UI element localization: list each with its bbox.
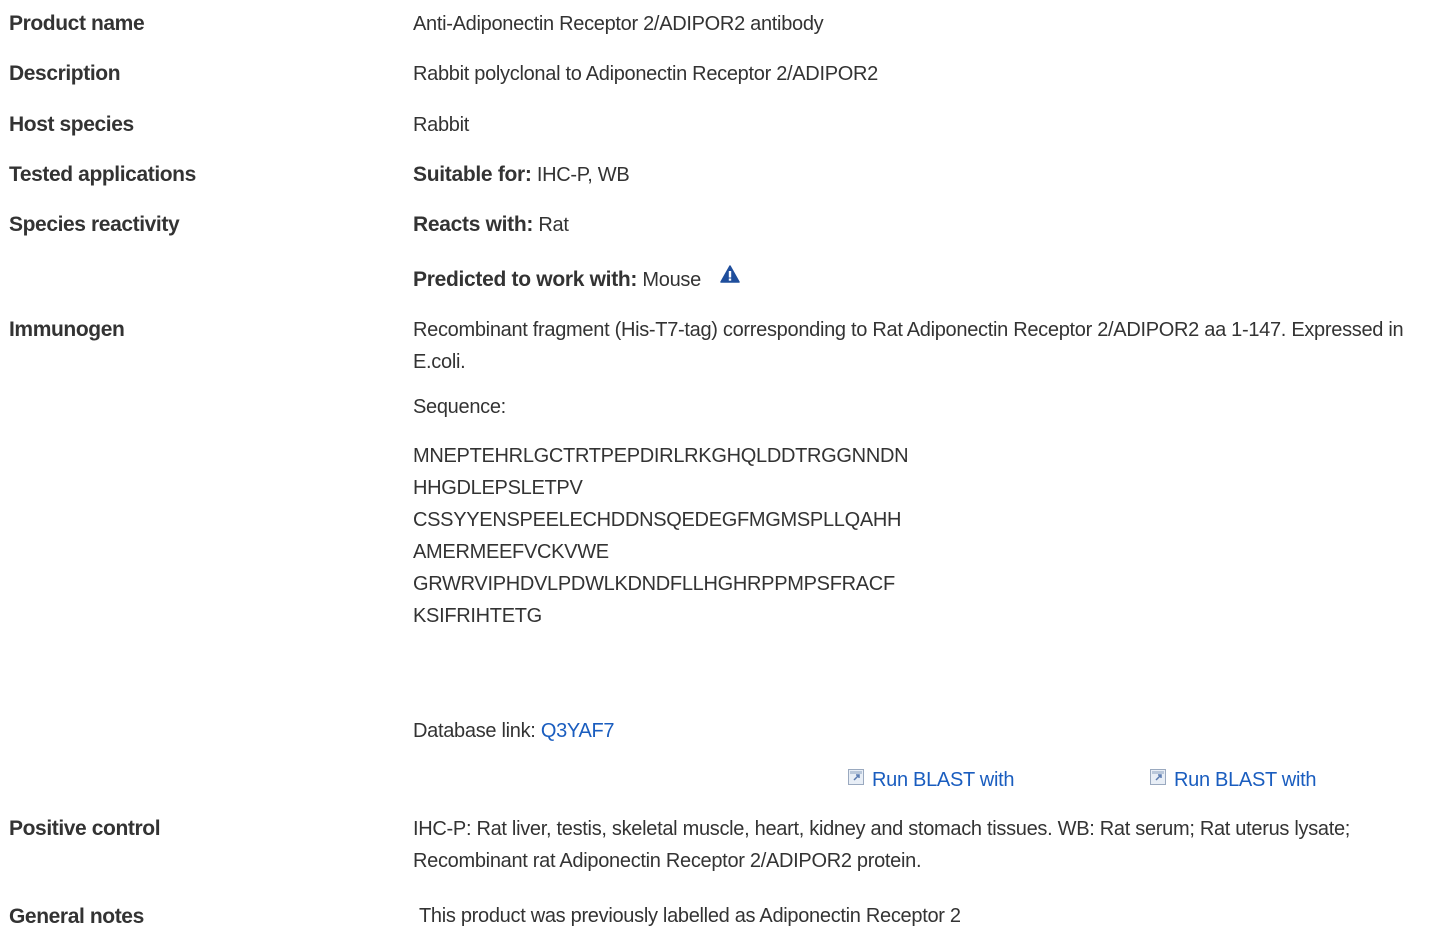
sequence-line: CSSYYENSPEELECHDDNSQEDEGFMGMSPLLQAHH <box>413 509 902 531</box>
database-link-q3yaf7[interactable]: Q3YAF7 <box>541 720 615 742</box>
reacts-with-value: Rat <box>538 214 569 236</box>
warning-triangle-icon[interactable] <box>720 265 740 289</box>
run-blast-label-2: Run BLAST with <box>1174 769 1317 791</box>
sequence-line: MNEPTEHRLGCTRTPEPDIRLRKGHQLDDTRGGNNDN <box>413 445 909 467</box>
sequence-line: HHGDLEPSLETPV <box>413 477 583 499</box>
predicted-value: Mouse <box>642 269 701 291</box>
label-product-name: Product name <box>9 12 145 35</box>
value-positive-control: IHC-P: Rat liver, testis, skeletal muscl… <box>413 818 1351 872</box>
reacts-with-prefix: Reacts with: <box>413 213 534 236</box>
label-tested-applications: Tested applications <box>9 163 196 186</box>
immunogen-sequence: MNEPTEHRLGCTRTPEPDIRLRKGHQLDDTRGGNNDN HH… <box>413 440 909 632</box>
suitable-for-value: IHC-P, WB <box>536 164 630 186</box>
label-immunogen: Immunogen <box>9 318 125 341</box>
value-tested-applications: Suitable for: IHC-P, WB <box>413 163 630 187</box>
suitable-for-prefix: Suitable for: <box>413 163 532 186</box>
run-blast-label-1: Run BLAST with <box>872 769 1015 791</box>
run-blast-link-1[interactable]: Run BLAST with <box>848 768 1014 792</box>
value-product-name: Anti-Adiponectin Receptor 2/ADIPOR2 anti… <box>413 13 824 35</box>
external-link-icon <box>848 768 864 791</box>
value-reacts-with: Reacts with: Rat <box>413 213 569 237</box>
label-host-species: Host species <box>9 113 134 136</box>
value-general-notes: This product was previously labelled as … <box>419 905 961 927</box>
label-species-reactivity: Species reactivity <box>9 213 180 236</box>
label-positive-control: Positive control <box>9 817 161 840</box>
value-host-species: Rabbit <box>413 114 470 136</box>
value-immunogen-text: Recombinant fragment (His-T7-tag) corres… <box>413 319 1404 373</box>
external-link-icon <box>1150 768 1166 791</box>
value-description: Rabbit polyclonal to Adiponectin Recepto… <box>413 63 878 85</box>
database-link-row: Database link: Q3YAF7 <box>413 720 615 743</box>
run-blast-link-2[interactable]: Run BLAST with <box>1150 768 1316 792</box>
label-description: Description <box>9 62 121 85</box>
sequence-line: AMERMEEFVCKVWE <box>413 541 609 563</box>
label-general-notes: General notes <box>9 905 144 928</box>
predicted-prefix: Predicted to work with: <box>413 268 638 291</box>
sequence-line: GRWRVIPHDVLPDWLKDNDFLLHGHRPPMPSFRACF <box>413 573 895 595</box>
database-link-prefix: Database link: <box>413 720 536 742</box>
sequence-line: KSIFRIHTETG <box>413 605 542 627</box>
sequence-label: Sequence: <box>413 396 506 418</box>
value-predicted-to-work-with: Predicted to work with: Mouse <box>413 265 740 292</box>
